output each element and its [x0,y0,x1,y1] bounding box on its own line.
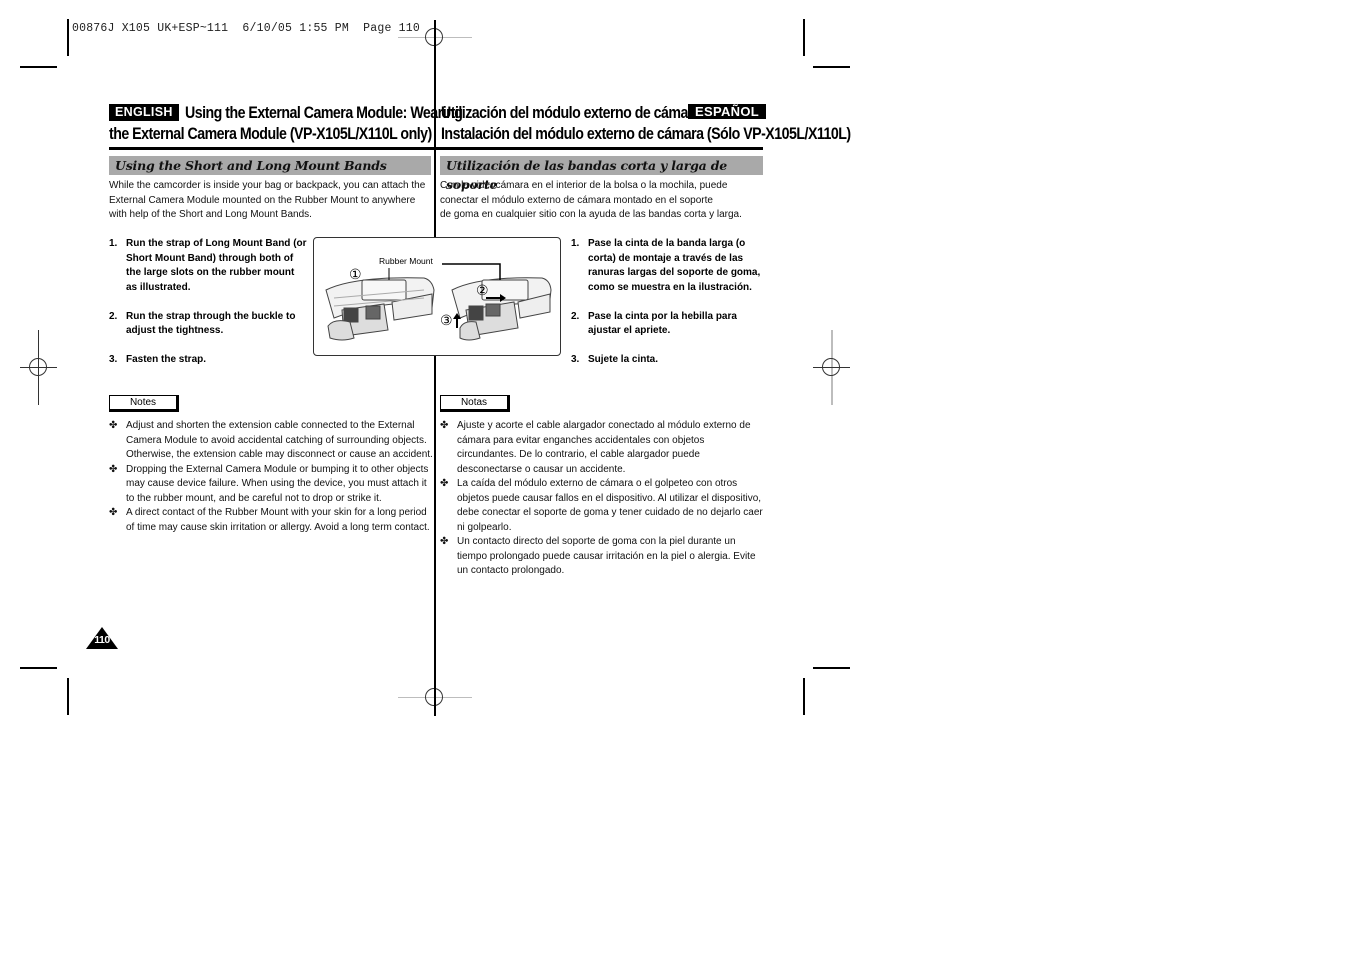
step-text: Pase la cinta de la banda larga (o corta… [588,238,761,293]
band-right-icon [451,277,552,341]
bullet-icon: ✤ [109,463,118,475]
note-text: Dropping the External Camera Module or b… [126,463,429,504]
spanish-badge: ESPAÑOL [688,104,766,119]
step-marker-2: ② [476,282,489,298]
step-number: 3. [571,354,580,365]
step-marker-3: ③ [440,312,453,328]
english-title-line1: Using the External Camera Module: Wearin… [185,104,463,122]
english-note: ✤ Dropping the External Camera Module or… [109,463,433,507]
spanish-title-rule [436,147,763,150]
english-section-heading: Using the Short and Long Mount Bands [109,156,431,175]
english-notes-label: Notes [109,395,179,412]
note-text: Adjust and shorten the extension cable c… [126,420,427,446]
crop-mark-bottom-left-horizontal [20,667,57,669]
spanish-intro: Con la videocámara en el interior de la … [440,179,770,223]
spanish-note: ✤ Un contacto directo del soporte de gom… [440,535,764,579]
spanish-note: ✤ La caída del módulo externo de cámara … [440,477,764,535]
step-marker-1: ① [349,266,362,282]
crop-mark-top-right-vertical [803,19,805,56]
english-steps: 1. Run the strap of Long Mount Band (or … [109,237,307,382]
step-number: 2. [571,310,580,322]
english-title-line2: the External Camera Module (VP-X105L/X11… [109,125,432,143]
rubber-mount-callout-line [442,263,501,280]
note-extra: Otherwise, the extension cable may disco… [126,449,433,460]
step-text: Fasten the strap. [126,354,207,365]
english-intro: While the camcorder is inside your bag o… [109,180,426,220]
spanish-note: ✤ Ajuste y acorte el cable alargador con… [440,419,764,477]
bullet-icon: ✤ [440,420,449,431]
spanish-step: 1. Pase la cinta de la banda larga (o co… [571,237,771,295]
spanish-section-heading: Utilización de las bandas corta y larga … [440,156,763,192]
spanish-step: 3. Sujete la cinta. [571,353,771,368]
note-text: La caída del módulo externo de cámara o … [457,478,763,533]
english-badge: ENGLISH [109,104,179,121]
step-number: 1. [109,238,118,249]
step-number: 1. [571,238,580,249]
step-text: Sujete la cinta. [588,354,659,365]
bullet-icon: ✤ [440,536,449,547]
english-step: 3. Fasten the strap. [109,353,307,368]
mount-band-drawing [325,263,552,341]
step-text: Run the strap of Long Mount Band (or Sho… [126,238,307,293]
page-number-badge: 110 [86,627,118,649]
spanish-intro-line: conectar el módulo externo de cámara mon… [440,194,713,206]
spanish-steps: 1. Pase la cinta de la banda larga (o co… [571,237,771,382]
crop-mark-bottom-left-vertical [67,678,69,715]
mount-band-illustration: Rubber Mount ① ② ③ [313,237,561,356]
english-step: 1. Run the strap of Long Mount Band (or … [109,237,307,295]
bullet-icon: ✤ [109,507,118,518]
spanish-title-line2: Instalación del módulo externo de cámara… [441,125,851,143]
note-text: A direct contact of the Rubber Mount wit… [126,507,430,533]
bullet-icon: ✤ [440,478,449,489]
note-text: Ajuste y acorte el cable alargador conec… [457,420,751,475]
crop-mark-bottom-right-vertical [803,678,805,715]
spanish-notes-label: Notas [440,395,510,412]
page-number: 110 [94,634,110,646]
crop-mark-bottom-right-horizontal [813,667,850,669]
spanish-intro-line: de goma en cualquier sitio con la ayuda … [440,209,742,220]
english-title-rule [109,147,434,150]
step-number: 2. [109,310,118,322]
note-text: Un contacto directo del soporte de goma … [457,536,756,576]
crop-mark-top-right-horizontal [813,66,850,68]
spanish-intro-line: Con la videocámara en el interior de la … [440,180,728,191]
spanish-title-line1: Utilización del módulo externo de cámara… [441,104,705,122]
english-note: ✤ Adjust and shorten the extension cable… [109,419,433,463]
crop-mark-top-left-vertical [67,19,69,56]
spanish-step: 2. Pase la cinta por la hebilla para aju… [571,310,771,339]
step-text: Run the strap through the buckle to adju… [126,310,296,337]
english-notes: ✤ Adjust and shorten the extension cable… [109,419,433,535]
print-slug: 00876J X105 UK+ESP~111 6/10/05 1:55 PM P… [72,22,420,35]
spanish-notes: ✤ Ajuste y acorte el cable alargador con… [440,419,764,579]
rubber-mount-label: Rubber Mount [379,256,433,266]
english-section-title: Using the Short and Long Mount Bands [115,158,387,173]
english-step: 2. Run the strap through the buckle to a… [109,310,307,339]
step-number: 3. [109,354,118,365]
band-left-icon [325,277,435,341]
crop-mark-top-left-horizontal [20,66,57,68]
center-divider [434,20,436,716]
bullet-icon: ✤ [109,420,118,431]
step-text: Pase la cinta por la hebilla para ajusta… [588,310,737,337]
english-note: ✤ A direct contact of the Rubber Mount w… [109,506,433,535]
